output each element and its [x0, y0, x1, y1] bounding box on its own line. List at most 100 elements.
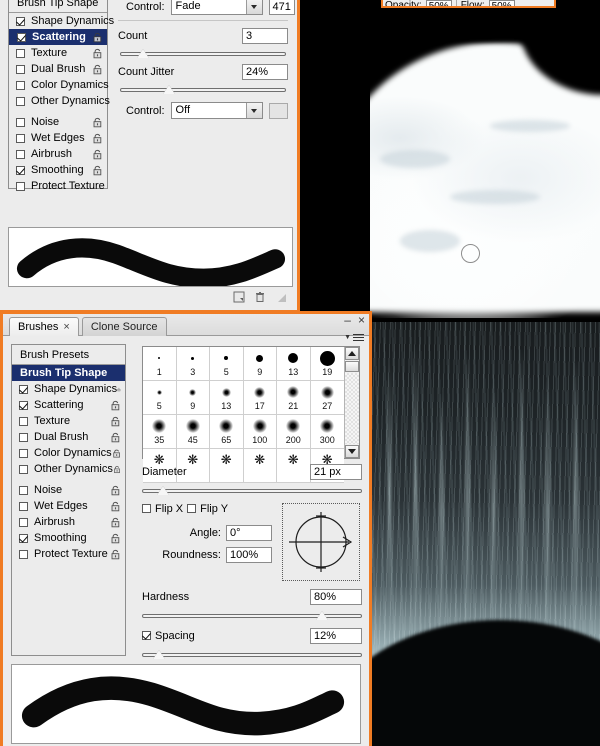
tool-options-bar[interactable]: Opacity: 50% Flow: 50% — [381, 0, 556, 8]
brush-preset-cell[interactable]: 13 — [277, 347, 311, 381]
brush-option-wet-edges[interactable]: Wet Edges — [9, 130, 107, 146]
brush-option-other-dynamics[interactable]: Other Dynamics — [9, 93, 110, 109]
brush-option-other-dynamics[interactable]: Other Dynamics — [12, 461, 125, 477]
checkbox-shape-dynamics[interactable] — [16, 16, 25, 26]
chevron-down-icon[interactable] — [245, 0, 262, 14]
spacing-checkbox[interactable] — [142, 631, 151, 640]
brush-preset-cell[interactable]: 45 — [176, 415, 210, 449]
brush-option-color-dynamics[interactable]: Color Dynamics — [12, 445, 125, 461]
brush-preset-cell[interactable]: 19 — [310, 347, 344, 381]
brush-option-dual-brush[interactable]: Dual Brush — [9, 61, 107, 77]
brush-option-shape-dynamics[interactable]: Shape Dynamics — [9, 13, 114, 29]
count-field[interactable]: 3 — [242, 28, 288, 44]
checkbox-color-dynamics[interactable] — [19, 448, 28, 458]
checkbox-dual-brush[interactable] — [16, 64, 25, 74]
lock-icon[interactable] — [110, 549, 121, 560]
brush-options-list[interactable]: Brush Tip Shape Shape Dynamics Scattering… — [8, 0, 114, 192]
checkbox-texture[interactable] — [19, 416, 28, 426]
roundness-field[interactable]: 100% — [226, 547, 272, 563]
checkbox-dual-brush[interactable] — [19, 432, 28, 442]
lock-icon[interactable] — [92, 64, 103, 75]
brush-preset-cell[interactable]: 5 — [210, 347, 244, 381]
brush-grid-scrollbar[interactable] — [344, 347, 359, 458]
scroll-down-arrow-icon[interactable] — [345, 445, 359, 458]
spacing-slider-track[interactable] — [142, 653, 362, 657]
dial-graphic[interactable] — [283, 504, 359, 580]
brush-option-noise[interactable]: Noise — [9, 114, 107, 130]
checkbox-scattering[interactable] — [19, 400, 28, 410]
checkbox-texture[interactable] — [16, 48, 25, 58]
trash-icon[interactable] — [254, 291, 266, 303]
scrollbar-track[interactable] — [345, 373, 359, 444]
brush-preset-cell[interactable]: 100 — [243, 415, 277, 449]
diameter-field[interactable]: 21 px — [310, 464, 362, 480]
brush-preset-cell[interactable]: 9 — [176, 381, 210, 415]
hardness-slider-thumb[interactable] — [315, 611, 328, 620]
lock-icon[interactable] — [110, 533, 121, 544]
lock-icon[interactable] — [92, 133, 103, 144]
brush-option-airbrush[interactable]: Airbrush — [12, 514, 125, 530]
checkbox-smoothing[interactable] — [19, 533, 28, 543]
brush-preset-cell[interactable]: 5 — [143, 381, 177, 415]
brush-preset-cell[interactable]: 65 — [210, 415, 244, 449]
brush-option-dual-brush[interactable]: Dual Brush — [12, 429, 125, 445]
spacing-slider-thumb[interactable] — [153, 650, 165, 659]
brush-preset-cell[interactable]: 200 — [277, 415, 311, 449]
lock-icon[interactable] — [110, 501, 121, 512]
brushes-panel-scattering[interactable]: Brush Tip Shape Shape Dynamics Scattering… — [0, 0, 300, 313]
angle-field[interactable]: 0° — [226, 525, 272, 541]
brush-preset-cell[interactable]: 17 — [243, 381, 277, 415]
brush-option-color-dynamics[interactable]: Color Dynamics — [9, 77, 109, 93]
new-brush-icon[interactable] — [233, 291, 245, 303]
list-header-brush-presets[interactable]: Brush Presets — [12, 345, 125, 365]
count-jitter-slider[interactable] — [120, 84, 286, 96]
brush-preset-cell[interactable]: 21 — [277, 381, 311, 415]
checkbox-smoothing[interactable] — [16, 165, 25, 175]
resize-grip-icon[interactable] — [275, 291, 287, 303]
preview-footer-toolbar[interactable] — [8, 289, 293, 305]
brush-option-protect-texture[interactable]: Protect Texture — [12, 546, 125, 562]
brush-options-list-lower[interactable]: Brush Presets Brush Tip Shape Shape Dynam… — [11, 344, 126, 656]
brush-preset-cell[interactable]: 13 — [210, 381, 244, 415]
checkbox-wet-edges[interactable] — [16, 133, 25, 143]
tab-clone-source[interactable]: Clone Source — [81, 317, 167, 336]
list-header-brush-tip-shape[interactable]: Brush Tip Shape — [9, 0, 107, 13]
panel-window-buttons[interactable]: – × — [344, 314, 365, 326]
lock-icon[interactable] — [110, 432, 121, 443]
spacing-field[interactable]: 12% — [310, 628, 362, 644]
brushes-panel[interactable]: Brushes × Clone Source – × ▼ Brush Prese… — [0, 311, 372, 746]
lock-icon[interactable] — [112, 448, 121, 459]
hardness-field[interactable]: 80% — [310, 589, 362, 605]
close-icon[interactable]: × — [63, 321, 69, 333]
checkbox-other-dynamics[interactable] — [16, 96, 25, 106]
lock-icon[interactable] — [92, 32, 103, 43]
checkbox-shape-dynamics[interactable] — [19, 384, 28, 394]
spacing-checkbox-wrap[interactable]: Spacing — [142, 630, 195, 642]
control-fade-dropdown[interactable]: Fade — [170, 0, 263, 15]
brush-option-texture[interactable]: Texture — [12, 413, 125, 429]
lock-icon[interactable] — [92, 165, 103, 176]
brush-option-protect-texture[interactable]: Protect Texture — [9, 178, 107, 194]
flip-x-checkbox[interactable] — [142, 504, 151, 513]
brush-option-shape-dynamics[interactable]: Shape Dynamics — [12, 381, 125, 397]
brush-option-wet-edges[interactable]: Wet Edges — [12, 498, 125, 514]
count-slider-thumb[interactable] — [136, 49, 149, 58]
brush-preset-cell[interactable]: 3 — [176, 347, 210, 381]
diameter-slider[interactable] — [142, 485, 362, 497]
flyout-menu-icon[interactable]: ▼ — [344, 332, 364, 343]
brush-option-noise[interactable]: Noise — [12, 482, 125, 498]
brush-option-airbrush[interactable]: Airbrush — [9, 146, 107, 162]
checkbox-protect-texture[interactable] — [19, 549, 28, 559]
brush-option-smoothing[interactable]: Smoothing — [9, 162, 107, 178]
panel-tab-bar[interactable]: Brushes × Clone Source – × ▼ — [3, 314, 369, 341]
lock-icon[interactable] — [92, 149, 103, 160]
brush-preset-cells[interactable]: 1 3 5 9 13 19 5 9 13 17 21 27 35 45 65 100 200 300 ❋ ❋ ❋ ❋ ❋ ❋ — [143, 347, 344, 483]
checkbox-wet-edges[interactable] — [19, 501, 28, 511]
checkbox-airbrush[interactable] — [16, 149, 25, 159]
scattering-controls[interactable]: Control: Fade 471 Count 3 Count Jitter 2… — [112, 0, 295, 119]
count-jitter-slider-track[interactable] — [120, 88, 286, 92]
checkbox-noise[interactable] — [16, 117, 25, 127]
brush-option-brush-tip-shape[interactable]: Brush Tip Shape — [12, 365, 125, 381]
hardness-slider[interactable] — [142, 610, 362, 622]
brush-option-scattering[interactable]: Scattering — [12, 397, 125, 413]
